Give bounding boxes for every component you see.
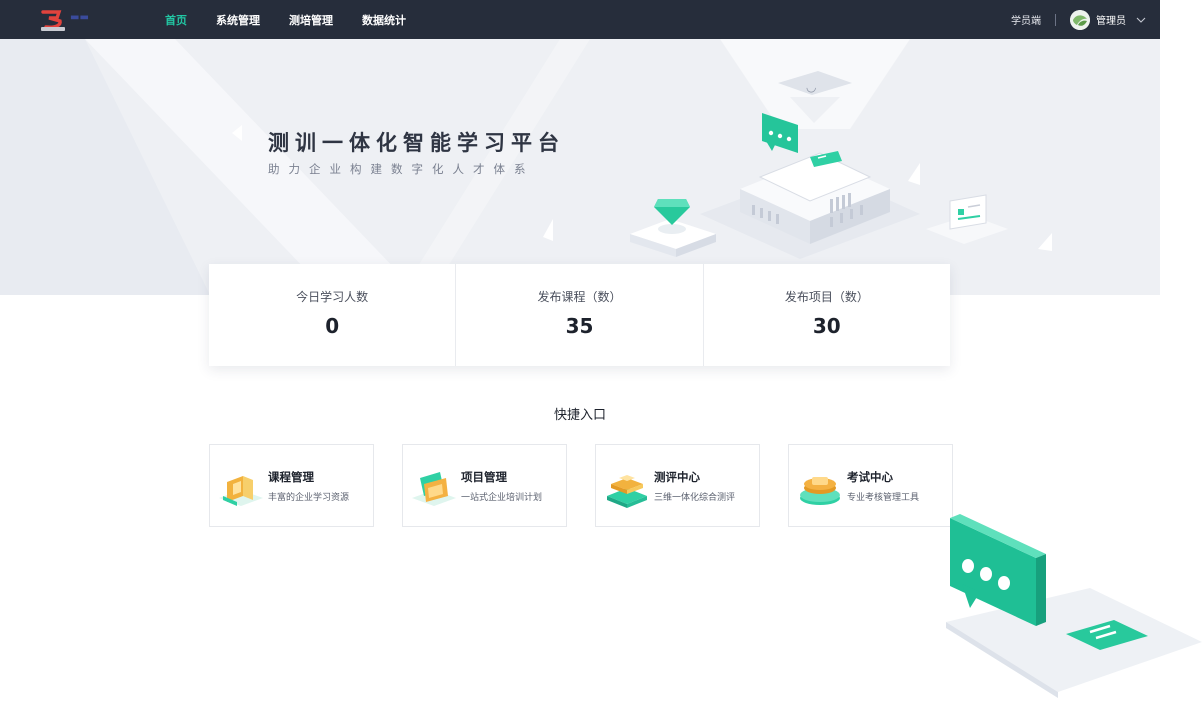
- user-name[interactable]: 管理员: [1096, 12, 1126, 27]
- assessment-icon: [607, 475, 647, 508]
- chevron-down-icon[interactable]: [1136, 15, 1146, 25]
- quick-card-title: 项目管理: [461, 470, 507, 484]
- project-icon: [412, 472, 456, 506]
- quick-card-desc: 三维一体化综合测评: [654, 493, 736, 503]
- stat-value: 0: [325, 314, 340, 338]
- main-nav: 首页 系统管理 测培管理 数据统计: [165, 0, 435, 39]
- stat-today-learners: 今日学习人数 0: [209, 264, 457, 366]
- quick-card-desc: 专业考核管理工具: [847, 493, 920, 503]
- banner-subtitle: 助力企业构建数字化人才体系: [268, 162, 535, 176]
- user-zone: 学员端 管理员: [1011, 0, 1146, 39]
- stat-label: 发布项目（数）: [784, 290, 869, 304]
- stat-label: 发布课程（数）: [537, 290, 622, 304]
- stat-published-projects: 发布项目（数） 30: [704, 264, 950, 366]
- banner-title: 测训一体化智能学习平台: [268, 131, 565, 155]
- avatar-icon[interactable]: [1070, 9, 1090, 30]
- exam-icon: [800, 477, 840, 505]
- quick-entry-title: 快捷入口: [553, 408, 606, 423]
- logo-mark: ▬▬: [70, 12, 89, 23]
- quick-card-project[interactable]: 项目管理 一站式企业培训计划: [402, 444, 567, 527]
- quick-card-exam[interactable]: 考试中心 专业考核管理工具: [788, 444, 953, 527]
- stat-published-courses: 发布课程（数） 35: [456, 264, 704, 366]
- nav-item-system[interactable]: 系统管理: [216, 0, 260, 39]
- nav-item-training[interactable]: 测培管理: [289, 0, 333, 39]
- hero-banner: ◡ 测训一体化智能学习平台 助力企业构建数字化人才体系: [0, 39, 1160, 295]
- banner-illustration: ◡: [0, 39, 1052, 295]
- nav-item-stats[interactable]: 数据统计: [362, 0, 406, 39]
- logo-icon[interactable]: [40, 9, 66, 31]
- chat-decoration-illustration: [946, 514, 1202, 698]
- stats-panel: 今日学习人数 0 发布课程（数） 35 发布项目（数） 30: [209, 264, 950, 366]
- stat-label: 今日学习人数: [296, 290, 369, 304]
- quick-card-desc: 丰富的企业学习资源: [268, 493, 350, 503]
- quick-entry-list: 课程管理 丰富的企业学习资源 项目管理 一站式企业培训计划 测评中心 三维一体化…: [209, 444, 953, 527]
- nav-item-home[interactable]: 首页: [165, 0, 187, 39]
- top-navbar: ▬▬ 首页 系统管理 测培管理 数据统计 学员端 管理员: [0, 0, 1160, 39]
- quick-card-assessment[interactable]: 测评中心 三维一体化综合测评: [595, 444, 760, 527]
- student-portal-link[interactable]: 学员端: [1011, 12, 1041, 27]
- stat-value: 35: [565, 314, 594, 338]
- quick-card-course[interactable]: 课程管理 丰富的企业学习资源: [209, 444, 374, 527]
- divider: [1055, 13, 1056, 26]
- quick-card-title: 测评中心: [654, 470, 700, 484]
- svg-text:◡: ◡: [806, 80, 816, 94]
- quick-card-desc: 一站式企业培训计划: [461, 493, 543, 503]
- course-icon: [219, 476, 263, 506]
- quick-card-title: 课程管理: [268, 470, 314, 484]
- quick-card-title: 考试中心: [847, 470, 893, 484]
- stat-value: 30: [812, 314, 841, 338]
